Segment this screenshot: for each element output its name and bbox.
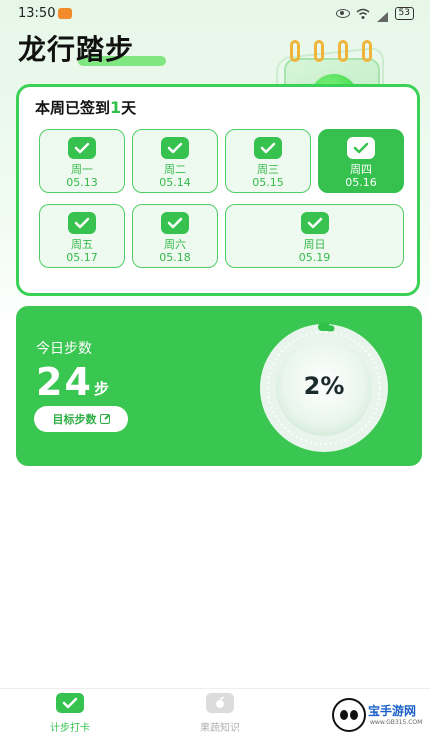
day-card-tue[interactable]: 周二 05.14 — [132, 129, 218, 193]
day-name: 周五 — [71, 238, 93, 251]
checkin-icon — [56, 693, 84, 713]
calendar-rings — [290, 40, 372, 62]
day-name: 周日 — [303, 238, 326, 251]
app-notification-icon — [58, 8, 72, 19]
watermark-url: www.GB315.COM — [370, 719, 423, 726]
day-date: 05.15 — [252, 176, 284, 189]
steps-label: 今日步数 — [36, 341, 92, 357]
check-icon — [300, 212, 329, 234]
check-icon — [161, 212, 189, 234]
day-card-fri[interactable]: 周五 05.17 — [39, 204, 125, 268]
calendar-ring — [362, 40, 372, 62]
status-icons: 53 — [335, 7, 414, 22]
progress-ring: 2% — [244, 322, 404, 452]
day-name: 周二 — [164, 163, 186, 176]
day-name: 周六 — [164, 238, 186, 251]
status-bar: 13:50 53 — [0, 0, 430, 28]
signal-icon — [376, 8, 389, 22]
check-icon — [68, 212, 96, 234]
check-icon — [254, 137, 282, 159]
panda-logo-icon — [332, 698, 366, 732]
today-steps-card: 今日步数 24 步 目标步数 2% — [16, 306, 422, 466]
tab-label: 果蔬知识 — [200, 723, 240, 732]
edit-icon — [99, 414, 110, 424]
progress-percent: 2% — [303, 372, 345, 400]
day-date: 05.18 — [159, 251, 191, 264]
wifi-icon — [356, 8, 370, 20]
day-card-thu[interactable]: 周四 05.16 — [318, 129, 404, 193]
watermark-text: 宝手游网 — [368, 704, 417, 718]
check-icon — [68, 137, 96, 159]
battery-indicator: 53 — [394, 7, 414, 20]
calendar-ring — [338, 40, 348, 62]
eye-comfort-icon — [335, 9, 350, 18]
steps-unit: 步 — [94, 380, 110, 398]
week-title-suffix: 天 — [121, 99, 137, 117]
day-name: 周四 — [350, 163, 372, 176]
check-icon — [347, 137, 375, 159]
tab-label: 计步打卡 — [50, 723, 90, 732]
day-card-wed[interactable]: 周三 05.15 — [225, 129, 311, 193]
week-title-prefix: 本周已签到 — [35, 99, 111, 117]
day-name: 周一 — [71, 163, 93, 176]
day-card-sat[interactable]: 周六 05.18 — [132, 204, 218, 268]
calendar-ring — [314, 40, 324, 62]
day-card-sun[interactable]: 周日 05.19 — [225, 204, 404, 268]
day-name: 周三 — [257, 163, 279, 176]
tab-fruit-knowledge[interactable]: 果蔬知识 — [180, 693, 260, 732]
knowledge-icon — [206, 693, 234, 713]
day-date: 05.17 — [66, 251, 98, 264]
week-checkin-count: 1 — [110, 98, 122, 117]
day-date: 05.14 — [159, 176, 191, 189]
calendar-ring — [290, 40, 300, 62]
week-checkin-card: 本周已签到1天 周一 05.13 周二 05.14 周三 05.15 周四 05… — [16, 84, 420, 296]
goal-steps-button[interactable]: 目标步数 — [34, 406, 128, 432]
tab-step-checkin[interactable]: 计步打卡 — [30, 693, 110, 732]
week-checkin-title: 本周已签到1天 — [35, 97, 136, 118]
day-date: 05.16 — [345, 176, 377, 189]
ring-progress-knob — [318, 323, 330, 331]
day-card-mon[interactable]: 周一 05.13 — [39, 129, 125, 193]
status-time: 13:50 — [18, 6, 56, 21]
site-watermark: 宝手游网 www.GB315.COM — [332, 698, 428, 732]
steps-value: 24 — [36, 360, 93, 404]
day-date: 05.19 — [298, 251, 331, 264]
day-date: 05.13 — [66, 176, 98, 189]
goal-steps-label: 目标步数 — [52, 414, 97, 426]
page-title: 龙行踏步 — [18, 33, 135, 66]
check-icon — [161, 137, 189, 159]
